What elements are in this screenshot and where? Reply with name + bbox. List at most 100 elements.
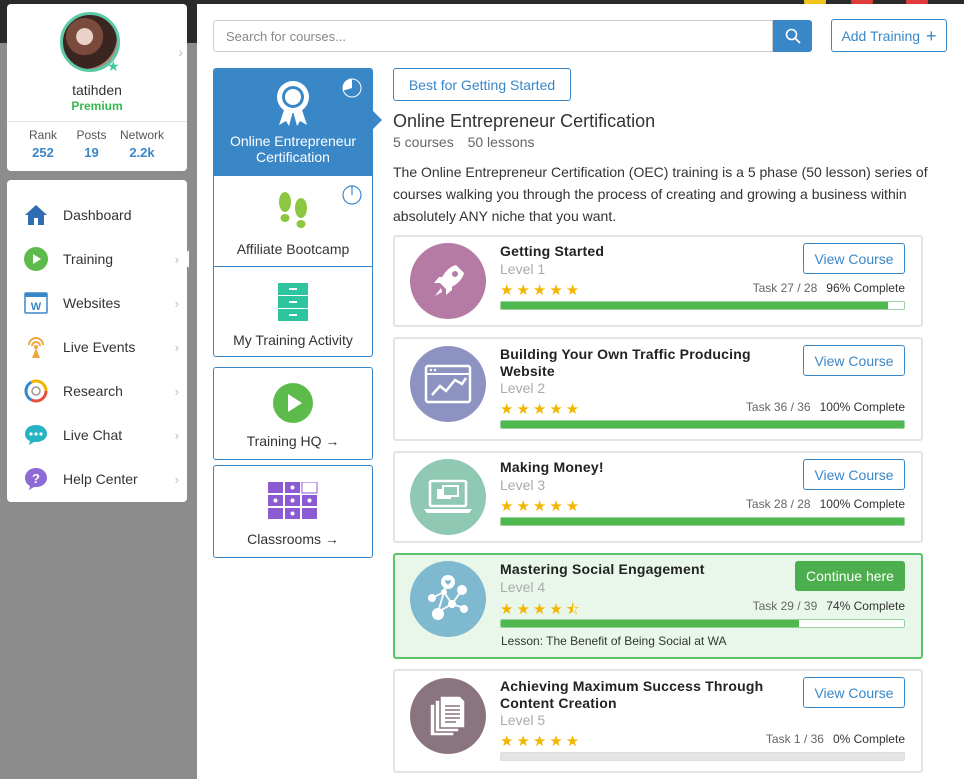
file-cabinet-icon: [278, 283, 308, 321]
sidebar-item-live-chat[interactable]: Live Chat ›: [7, 415, 187, 455]
svg-text:W: W: [31, 301, 42, 313]
sidebar-item-research[interactable]: Research ›: [7, 371, 187, 411]
training-hq-label: Training HQ: [246, 433, 322, 449]
star-rating: ★★★★★: [500, 733, 583, 750]
laptop-payment-icon: [410, 459, 486, 535]
progress-bar: [500, 301, 905, 310]
chevron-right-icon: ›: [174, 427, 179, 443]
course-title[interactable]: Mastering Social Engagement: [500, 561, 780, 578]
percent-complete: 96% Complete: [826, 281, 905, 295]
certification-description: The Online Entrepreneur Certification (O…: [393, 164, 928, 224]
training-hq-title: Training HQ →: [214, 433, 372, 449]
sidebar-item-label: Training: [63, 251, 114, 267]
rocket-icon: [410, 243, 486, 319]
task-progress: Task 1 / 36 0% Complete: [766, 732, 905, 746]
stat-label: Posts: [76, 128, 107, 142]
category-tile-oec[interactable]: Online Entrepreneur Certification: [214, 69, 372, 175]
classrooms-grid-icon: [268, 482, 318, 519]
training-hq-link[interactable]: Training HQ →: [213, 367, 373, 460]
chevron-right-icon: ›: [174, 295, 179, 311]
course-title[interactable]: Achieving Maximum Success Through Conten…: [500, 678, 780, 712]
add-training-label: Add Training: [841, 27, 921, 44]
membership-badge: Premium: [71, 99, 123, 113]
research-icon: [24, 379, 48, 403]
task-progress: Task 27 / 28 96% Complete: [753, 281, 905, 295]
course-card[interactable]: Building Your Own Traffic Producing Webs…: [393, 337, 923, 441]
progress-fill: [501, 620, 800, 627]
lessons-count: 50 lessons: [467, 134, 535, 150]
sidebar-item-label: Live Events: [63, 339, 136, 355]
course-card[interactable]: Achieving Maximum Success Through Conten…: [393, 669, 923, 773]
category-tile-training-activity[interactable]: My Training Activity: [214, 266, 372, 356]
classrooms-label: Classrooms: [247, 531, 321, 547]
chevron-right-icon[interactable]: ›: [178, 44, 183, 60]
star-rating: ★★★★★: [500, 498, 583, 515]
stat-rank[interactable]: Rank 252: [21, 128, 65, 160]
sidebar-item-help-center[interactable]: ? Help Center ›: [7, 459, 187, 499]
task-count: Task 29 / 39: [752, 599, 818, 613]
documents-icon: [410, 678, 486, 754]
course-level: Level 5: [500, 712, 546, 728]
active-indicator: [373, 111, 382, 129]
profile-card[interactable]: ★ › tatihden Premium Rank 252 Posts 19 N…: [7, 4, 187, 171]
progress-bar: [500, 420, 905, 429]
course-level: Level 2: [500, 380, 546, 396]
progress-bar: [500, 752, 905, 761]
course-title[interactable]: Building Your Own Traffic Producing Webs…: [500, 346, 780, 380]
category-tile-affiliate-bootcamp[interactable]: Affiliate Bootcamp: [214, 175, 372, 266]
play-circle-icon: [273, 383, 313, 423]
courses-count: 5 courses: [393, 134, 454, 150]
course-level: Level 3: [500, 477, 546, 493]
search-button[interactable]: [773, 20, 812, 52]
progress-bar: [500, 517, 905, 526]
course-card[interactable]: Making Money! Level 3 ★★★★★ Task 28 / 28…: [393, 451, 923, 543]
progress-fill: [501, 302, 888, 309]
arrow-right-icon: →: [324, 531, 339, 547]
stat-label: Network: [119, 128, 164, 142]
active-indicator: [180, 250, 189, 268]
progress-bar: [500, 619, 905, 628]
add-training-button[interactable]: Add Training +: [831, 19, 947, 52]
chevron-right-icon: ›: [174, 471, 179, 487]
stat-network[interactable]: Network 2.2k: [117, 128, 167, 160]
course-title[interactable]: Getting Started: [500, 243, 780, 260]
sidebar-item-websites[interactable]: W Websites ›: [7, 283, 187, 323]
sidebar-item-training[interactable]: Training ›: [7, 239, 187, 279]
view-course-button[interactable]: View Course: [803, 677, 905, 708]
course-card[interactable]: Getting Started Level 1 ★★★★★ Task 27 / …: [393, 235, 923, 327]
progress-ring-icon: [342, 185, 362, 205]
stat-value: 252: [32, 145, 54, 160]
sidebar-item-label: Live Chat: [63, 427, 123, 443]
chevron-right-icon: ›: [174, 251, 179, 267]
help-icon: ?: [24, 467, 48, 491]
view-course-button[interactable]: View Course: [803, 459, 905, 490]
progress-ring-icon: [342, 78, 362, 98]
star-rating: ★★★★★: [500, 282, 583, 299]
classrooms-link[interactable]: Classrooms →: [213, 465, 373, 558]
course-card-current[interactable]: Mastering Social Engagement Level 4 ★★★★…: [393, 553, 923, 659]
sidebar-item-label: Dashboard: [63, 207, 132, 223]
sidebar-item-live-events[interactable]: Live Events ›: [7, 327, 187, 367]
category-title: My Training Activity: [233, 332, 353, 348]
percent-complete: 100% Complete: [819, 497, 905, 511]
current-lesson[interactable]: Lesson: The Benefit of Being Social at W…: [501, 634, 726, 648]
continue-here-button[interactable]: Continue here: [795, 561, 905, 591]
best-for-getting-started-button[interactable]: Best for Getting Started: [393, 68, 571, 101]
plus-icon: +: [926, 25, 937, 46]
stat-posts[interactable]: Posts 19: [69, 128, 114, 160]
svg-text:?: ?: [32, 471, 40, 486]
username[interactable]: tatihden: [7, 82, 187, 98]
task-count: Task 27 / 28: [752, 281, 818, 295]
play-icon: [24, 247, 48, 271]
star-rating: ★★★★★: [500, 401, 583, 418]
course-title[interactable]: Making Money!: [500, 459, 780, 476]
view-course-button[interactable]: View Course: [803, 345, 905, 376]
percent-complete: 74% Complete: [826, 599, 905, 613]
view-course-button[interactable]: View Course: [803, 243, 905, 274]
progress-fill: [501, 421, 904, 428]
premium-star-icon: ★: [107, 58, 120, 74]
search-input[interactable]: [213, 20, 773, 52]
task-count: Task 28 / 28: [745, 497, 811, 511]
sidebar-item-dashboard[interactable]: Dashboard: [7, 195, 187, 235]
broadcast-icon: [24, 335, 48, 359]
